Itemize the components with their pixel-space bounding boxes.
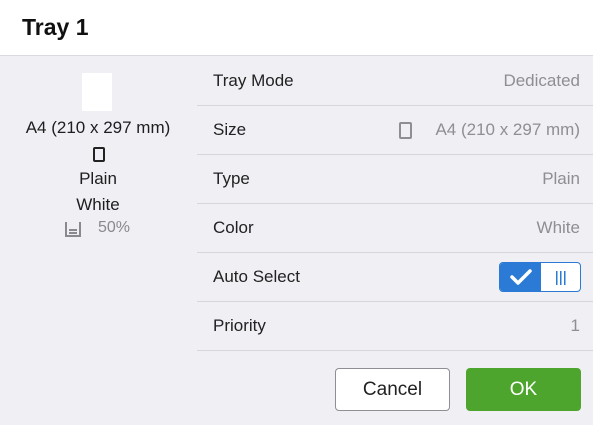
paper-level-indicator: 50% — [0, 217, 196, 239]
portrait-icon — [93, 147, 105, 162]
tray-settings-list: Tray Mode Dedicated Size A4 (210 x 297 m… — [197, 57, 593, 351]
setting-row-type[interactable]: Type Plain — [197, 155, 593, 204]
paper-preview — [82, 73, 112, 111]
type-label: Type — [213, 169, 250, 188]
type-value: Plain — [542, 169, 580, 188]
tray-mode-label: Tray Mode — [213, 71, 294, 90]
summary-paper-color: White — [76, 195, 120, 214]
dialog-header: Tray 1 — [0, 0, 593, 56]
ok-button[interactable]: OK — [466, 368, 581, 411]
summary-paper-type: Plain — [79, 169, 117, 188]
size-value: A4 (210 x 297 mm) — [435, 120, 580, 139]
portrait-icon — [399, 122, 412, 139]
size-label: Size — [213, 120, 247, 139]
color-label: Color — [213, 218, 254, 237]
auto-select-toggle[interactable] — [499, 262, 581, 292]
checkmark-icon — [510, 269, 532, 285]
tray-summary-panel: A4 (210 x 297 mm) Plain White 50% — [0, 57, 196, 425]
auto-select-label: Auto Select — [213, 267, 300, 286]
paper-level-icon — [64, 220, 82, 238]
dialog-title: Tray 1 — [22, 14, 89, 40]
summary-paper-size: A4 (210 x 297 mm) — [25, 118, 171, 137]
toggle-on-segment — [500, 263, 541, 291]
paper-level-text: 50% — [98, 219, 131, 236]
tray-mode-value: Dedicated — [503, 71, 580, 90]
color-value: White — [536, 218, 580, 237]
setting-row-priority[interactable]: Priority 1 — [197, 302, 593, 351]
cancel-button[interactable]: Cancel — [335, 368, 450, 411]
priority-label: Priority — [213, 316, 266, 335]
setting-row-color[interactable]: Color White — [197, 204, 593, 253]
setting-row-size[interactable]: Size A4 (210 x 297 mm) — [197, 106, 593, 155]
setting-row-tray-mode[interactable]: Tray Mode Dedicated — [197, 57, 593, 106]
setting-row-auto-select: Auto Select — [197, 253, 593, 302]
priority-value: 1 — [570, 316, 580, 335]
